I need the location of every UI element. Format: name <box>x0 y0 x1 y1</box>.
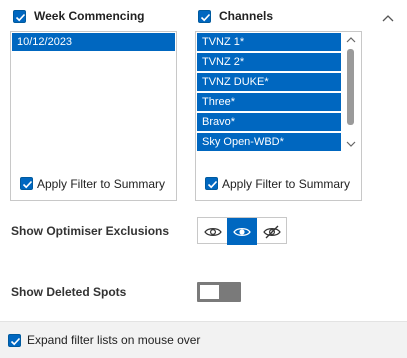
deleted-spots-toggle[interactable] <box>197 282 241 302</box>
expand-filter-lists-checkbox[interactable] <box>8 334 21 347</box>
deleted-spots-label: Show Deleted Spots <box>11 285 127 299</box>
show-all-button[interactable] <box>198 218 227 245</box>
channels-list[interactable]: TVNZ 1* TVNZ 2* TVNZ DUKE* Three* Bravo*… <box>195 31 362 201</box>
list-item[interactable]: TVNZ 1* <box>197 33 341 52</box>
expand-filter-lists-label: Expand filter lists on mouse over <box>27 333 201 347</box>
eye-icon <box>203 227 222 236</box>
channels-label: Channels <box>219 9 274 23</box>
channels-checkbox[interactable] <box>198 10 211 23</box>
toggle-knob <box>200 285 219 299</box>
list-item[interactable]: Three* <box>197 93 341 112</box>
scroll-up-icon[interactable] <box>346 36 356 44</box>
list-item[interactable]: TVNZ DUKE* <box>197 73 341 92</box>
channels-apply-filter-checkbox[interactable] <box>205 177 218 190</box>
chevron-up-icon <box>382 15 394 22</box>
list-item[interactable]: TVNZ 2* <box>197 53 341 72</box>
list-item[interactable]: 10/12/2023 <box>12 33 175 52</box>
hide-exclusions-button[interactable] <box>257 218 286 245</box>
footer-bar: Expand filter lists on mouse over <box>0 321 407 358</box>
channels-apply-filter-label: Apply Filter to Summary <box>222 177 351 191</box>
week-commencing-list[interactable]: 10/12/2023 Apply Filter to Summary <box>10 31 177 201</box>
scroll-down-icon[interactable] <box>346 140 356 148</box>
week-apply-filter-label: Apply Filter to Summary <box>37 177 166 191</box>
optimiser-exclusions-toggle-group <box>197 217 287 245</box>
collapse-panel-button[interactable] <box>376 8 400 28</box>
show-exclusions-button[interactable] <box>227 218 257 245</box>
week-commencing-label: Week Commencing <box>34 9 145 23</box>
optimiser-exclusions-label: Show Optimiser Exclusions <box>11 224 170 238</box>
list-item[interactable]: Sky Open-WBD* <box>197 133 341 152</box>
channels-scrollbar[interactable] <box>342 33 360 153</box>
week-commencing-checkbox[interactable] <box>13 10 26 23</box>
list-item[interactable]: Bravo* <box>197 113 341 132</box>
eye-off-icon <box>262 225 281 238</box>
eye-filled-icon <box>233 227 251 236</box>
week-apply-filter-checkbox[interactable] <box>20 177 33 190</box>
scroll-thumb[interactable] <box>347 49 354 125</box>
